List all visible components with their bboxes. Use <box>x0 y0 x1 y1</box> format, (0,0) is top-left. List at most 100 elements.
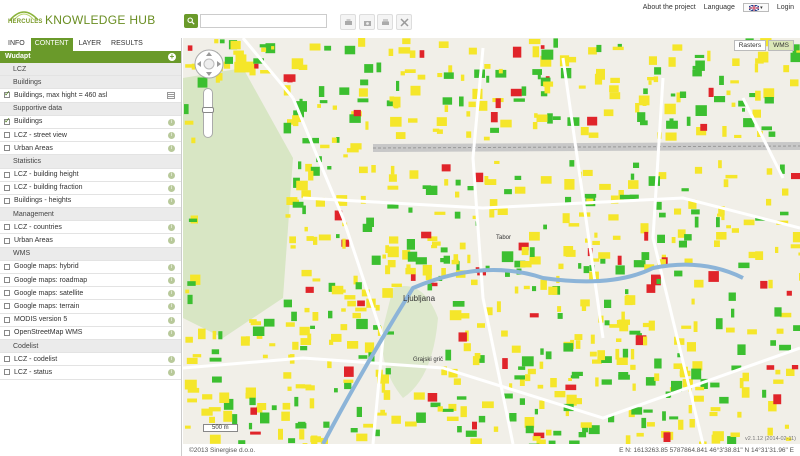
layer-checkbox[interactable] <box>4 329 10 336</box>
info-icon[interactable]: i <box>168 356 175 364</box>
language-select[interactable]: ▾ <box>742 3 769 12</box>
search-button[interactable] <box>184 14 198 28</box>
building <box>283 122 292 134</box>
layer-checkbox[interactable] <box>4 145 10 152</box>
info-icon[interactable]: i <box>168 237 175 245</box>
layer-checkbox[interactable] <box>4 197 10 204</box>
layer-item[interactable]: Urban Areas i <box>0 142 181 156</box>
layer-label: LCZ - status <box>14 368 53 376</box>
layer-item[interactable]: Buildings, max hight = 460 asl <box>0 89 181 103</box>
info-icon[interactable]: i <box>168 197 175 205</box>
info-icon[interactable]: i <box>168 171 175 179</box>
wms-button[interactable]: WMS <box>768 40 794 51</box>
building <box>466 111 471 117</box>
building <box>719 396 729 404</box>
info-icon[interactable]: i <box>168 118 175 126</box>
info-icon[interactable]: i <box>168 290 175 298</box>
building <box>648 176 660 186</box>
layer-item[interactable]: LCZ - building fraction i <box>0 182 181 195</box>
zoom-slider[interactable] <box>202 88 214 138</box>
building <box>595 377 599 387</box>
about-link[interactable]: About the project <box>643 4 696 11</box>
info-icon[interactable]: i <box>168 369 175 377</box>
layer-checkbox[interactable] <box>4 132 10 139</box>
building <box>391 415 401 424</box>
map-canvas[interactable]: Ljubljana Tabor Grajski grič <box>183 38 800 444</box>
building <box>304 226 308 232</box>
building <box>457 313 470 319</box>
layer-item[interactable]: Google maps: roadmap i <box>0 274 181 288</box>
building <box>775 246 779 253</box>
add-icon[interactable]: + <box>168 53 176 61</box>
tab-content[interactable]: CONTENT <box>30 38 73 51</box>
export-button[interactable] <box>377 14 393 30</box>
layer-checkbox[interactable] <box>4 369 10 376</box>
layer-checkbox[interactable] <box>4 224 10 231</box>
building <box>356 318 368 330</box>
camera-button[interactable] <box>359 14 375 30</box>
layer-checkbox[interactable] <box>4 184 10 191</box>
building <box>547 113 553 124</box>
layer-item[interactable]: Buildings - heights i <box>0 195 181 209</box>
building <box>780 211 789 216</box>
layer-item[interactable]: Google maps: hybrid i <box>0 261 181 274</box>
info-icon[interactable]: i <box>168 329 175 337</box>
info-icon[interactable]: i <box>168 145 175 153</box>
map-view[interactable]: Ljubljana Tabor Grajski grič Rasters WMS 50… <box>183 38 800 444</box>
layer-item[interactable]: LCZ - countries i <box>0 221 181 235</box>
tools-button[interactable] <box>396 14 412 30</box>
layer-item[interactable]: Google maps: terrain i <box>0 300 181 314</box>
info-icon[interactable]: i <box>168 131 175 139</box>
building <box>327 166 332 170</box>
search-input[interactable] <box>200 14 327 28</box>
layer-checkbox[interactable] <box>4 263 10 270</box>
info-icon[interactable]: i <box>168 303 175 311</box>
layer-item[interactable]: LCZ - building height i <box>0 169 181 182</box>
building <box>636 432 644 437</box>
layer-checkbox[interactable] <box>4 237 10 244</box>
info-icon[interactable]: i <box>168 263 175 271</box>
login-link[interactable]: Login <box>777 4 794 11</box>
layer-checkbox[interactable] <box>4 303 10 310</box>
building <box>305 286 314 293</box>
layer-checkbox[interactable] <box>4 89 11 99</box>
layer-checkbox[interactable] <box>4 277 10 284</box>
building <box>331 137 337 143</box>
building <box>588 132 599 138</box>
legend-icon[interactable] <box>167 92 175 100</box>
info-icon[interactable]: i <box>168 184 175 192</box>
layer-item[interactable]: Google maps: satellite i <box>0 287 181 301</box>
layer-checkbox[interactable] <box>4 171 10 178</box>
info-icon[interactable]: i <box>168 277 175 284</box>
logo-text: HERCULES <box>8 19 43 25</box>
group-header: LCZ <box>0 63 181 77</box>
building <box>587 116 598 126</box>
layer-checkbox[interactable] <box>4 290 10 297</box>
layer-item[interactable]: LCZ - street view i <box>0 129 181 143</box>
building <box>402 38 411 45</box>
info-icon[interactable]: i <box>168 224 175 232</box>
layer-item[interactable]: MODIS version 5 i <box>0 314 181 327</box>
layer-item[interactable]: Buildings i <box>0 116 181 129</box>
layer-checkbox[interactable] <box>4 356 10 363</box>
building <box>209 416 215 423</box>
layer-item[interactable]: Urban Areas i <box>0 234 181 248</box>
zoom-slider-handle[interactable] <box>202 107 214 113</box>
building <box>472 421 477 430</box>
info-icon[interactable]: i <box>168 316 175 324</box>
layer-checkbox[interactable] <box>4 316 10 323</box>
print-button[interactable] <box>340 14 356 30</box>
layer-checkbox[interactable] <box>4 116 11 125</box>
layer-item[interactable]: LCZ - codelist i <box>0 353 181 367</box>
pan-control[interactable] <box>193 48 225 80</box>
building <box>730 432 740 437</box>
building <box>486 75 490 83</box>
building <box>309 43 321 51</box>
tab-results[interactable]: RESULTS <box>107 38 147 51</box>
layer-item[interactable]: OpenStreetMap WMS i <box>0 327 181 340</box>
rasters-button[interactable]: Rasters <box>733 40 767 51</box>
layer-item[interactable]: LCZ - status i <box>0 366 181 380</box>
tab-info[interactable]: INFO <box>4 38 29 51</box>
building <box>519 379 525 386</box>
tab-layer[interactable]: LAYER <box>75 38 105 51</box>
